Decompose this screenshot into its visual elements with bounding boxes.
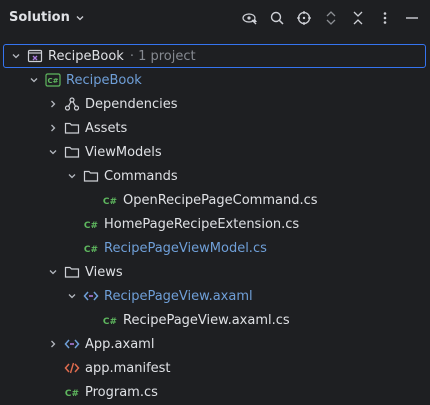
- tree-item-label: RecipePageView.axaml: [104, 288, 253, 304]
- axaml-file-icon: [64, 336, 80, 352]
- folder-icon: [64, 264, 80, 280]
- tree-item-label: HomePageRecipeExtension.cs: [104, 216, 300, 232]
- axaml-file-icon: [83, 288, 99, 304]
- solution-dropdown[interactable]: Solution: [9, 10, 85, 25]
- collapse-icon[interactable]: [348, 8, 368, 28]
- svg-text:C#: C#: [84, 245, 98, 255]
- solution-icon: [27, 48, 43, 64]
- svg-text:C#: C#: [84, 221, 98, 231]
- chevron-down-icon[interactable]: [9, 49, 23, 63]
- manifest-file-icon: [64, 360, 80, 376]
- project-count: · 1 project: [129, 48, 196, 64]
- tree-arrow-placeholder: [46, 361, 60, 375]
- tree-item[interactable]: Assets: [0, 116, 430, 140]
- tree-item-label: Views: [85, 264, 123, 280]
- tree-item-label: RecipeBook: [66, 72, 142, 88]
- expand-icon[interactable]: [321, 8, 341, 28]
- csharp-file-icon: C#: [83, 240, 99, 256]
- folder-icon: [83, 168, 99, 184]
- tree-arrow-placeholder: [65, 241, 79, 255]
- chevron-down-icon[interactable]: [46, 145, 60, 159]
- tree-item[interactable]: Views: [0, 260, 430, 284]
- tree-item[interactable]: App.axaml: [0, 332, 430, 356]
- toolbar: [240, 8, 422, 28]
- tree-item-label: ViewModels: [85, 144, 162, 160]
- dependencies-icon: [64, 96, 80, 112]
- tree-item[interactable]: ViewModels: [0, 140, 430, 164]
- tree-item-label: Program.cs: [85, 384, 158, 400]
- tree-item[interactable]: Dependencies: [0, 92, 430, 116]
- csharp-file-icon: C#: [64, 384, 80, 400]
- chevron-down-icon[interactable]: [65, 169, 79, 183]
- tree-item[interactable]: C# Program.cs: [0, 380, 430, 404]
- tree-item[interactable]: app.manifest: [0, 356, 430, 380]
- tree-item[interactable]: C# RecipePageView.axaml.cs: [0, 308, 430, 332]
- tree-item[interactable]: RecipeBook · 1 project: [3, 44, 426, 68]
- tree-item-label: Dependencies: [85, 96, 178, 112]
- tree-item-label: OpenRecipePageCommand.cs: [123, 192, 318, 208]
- chevron-down-icon[interactable]: [65, 289, 79, 303]
- csharp-file-icon: C#: [102, 192, 118, 208]
- folder-icon: [64, 144, 80, 160]
- svg-text:C#: C#: [103, 197, 117, 207]
- tree-item[interactable]: C# OpenRecipePageCommand.cs: [0, 188, 430, 212]
- tree-item[interactable]: C# RecipeBook: [0, 68, 430, 92]
- tree-item-label: Commands: [104, 168, 178, 184]
- chevron-right-icon[interactable]: [46, 97, 60, 111]
- tree-item-label: RecipeBook: [48, 48, 124, 64]
- locate-icon[interactable]: [240, 8, 260, 28]
- chevron-right-icon[interactable]: [46, 337, 60, 351]
- chevron-down-icon: [76, 15, 84, 20]
- tree-item-label: Assets: [85, 120, 128, 136]
- tree-item[interactable]: RecipePageView.axaml: [0, 284, 430, 308]
- tree-arrow-placeholder: [84, 313, 98, 327]
- tree-arrow-placeholder: [84, 193, 98, 207]
- tree-item[interactable]: Commands: [0, 164, 430, 188]
- minimize-icon[interactable]: [402, 8, 422, 28]
- panel-header: Solution: [0, 0, 430, 36]
- svg-text:C#: C#: [103, 317, 117, 327]
- tree-item-label: RecipePageView.axaml.cs: [123, 312, 290, 328]
- svg-text:C#: C#: [47, 77, 58, 85]
- csharp-file-icon: C#: [83, 216, 99, 232]
- tree-item-label: App.axaml: [85, 336, 155, 352]
- chevron-right-icon[interactable]: [46, 121, 60, 135]
- tree-item-label: RecipePageViewModel.cs: [104, 240, 267, 256]
- panel-title: Solution: [9, 10, 70, 25]
- chevron-down-icon[interactable]: [46, 265, 60, 279]
- svg-text:C#: C#: [65, 389, 79, 399]
- csharp-file-icon: C#: [102, 312, 118, 328]
- tree-arrow-placeholder: [65, 217, 79, 231]
- more-icon[interactable]: [375, 8, 395, 28]
- target-icon[interactable]: [294, 8, 314, 28]
- chevron-down-icon[interactable]: [27, 73, 41, 87]
- csharp-project-icon: C#: [45, 72, 61, 88]
- tree-item[interactable]: C# RecipePageViewModel.cs: [0, 236, 430, 260]
- tree-arrow-placeholder: [46, 385, 60, 399]
- search-icon[interactable]: [267, 8, 287, 28]
- folder-icon: [64, 120, 80, 136]
- tree-item[interactable]: C# HomePageRecipeExtension.cs: [0, 212, 430, 236]
- tree-item-label: app.manifest: [85, 360, 171, 376]
